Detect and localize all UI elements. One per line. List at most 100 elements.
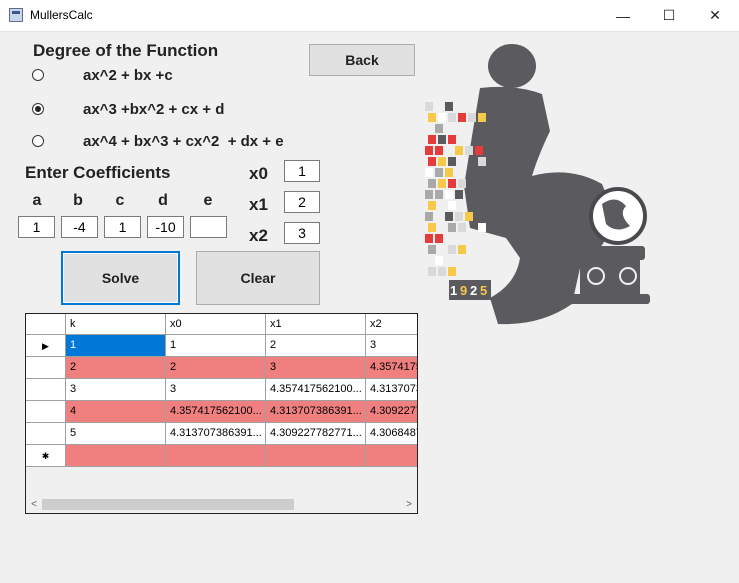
scrollbar-thumb[interactable]: [42, 499, 294, 510]
logo-mosaic-square: [425, 168, 433, 177]
logo-mosaic-square: [458, 179, 466, 188]
logo-mosaic-square: [435, 256, 443, 265]
logo-mosaic-square: [435, 124, 443, 133]
table-cell[interactable]: 3: [366, 335, 417, 357]
degree-4-radio[interactable]: [32, 135, 44, 147]
row-header[interactable]: ✱: [26, 445, 66, 467]
logo-mosaic-square: [478, 223, 486, 232]
logo-mosaic-square: [435, 190, 443, 199]
logo-mosaic-square: [448, 113, 456, 122]
coef-d-input[interactable]: -10: [147, 216, 184, 238]
logo-mosaic-square: [428, 201, 436, 210]
table-cell[interactable]: 3: [66, 379, 166, 401]
table-cell[interactable]: 4.3574175: [366, 357, 417, 379]
logo-mosaic-square: [425, 146, 433, 155]
app-icon: [9, 8, 23, 22]
table-cell[interactable]: [366, 445, 417, 467]
table-cell[interactable]: 4.313707386391...: [166, 423, 266, 445]
logo-mosaic-square: [428, 157, 436, 166]
table-cell[interactable]: 4: [66, 401, 166, 423]
coef-e-label: e: [203, 192, 213, 209]
table-cell[interactable]: 2: [266, 335, 366, 357]
row-header[interactable]: [26, 379, 66, 401]
logo-mosaic-square: [438, 113, 446, 122]
column-header[interactable]: x0: [166, 314, 266, 335]
table-cell[interactable]: 2: [166, 357, 266, 379]
logo-year-digit: 5: [480, 283, 487, 298]
logo-mosaic-square: [438, 179, 446, 188]
logo-mosaic-square: [445, 212, 453, 221]
logo-mosaic-square: [448, 267, 456, 276]
title-bar: MullersCalc — ☐ ✕: [0, 0, 739, 32]
table-cell[interactable]: [66, 445, 166, 467]
table-cell[interactable]: [166, 445, 266, 467]
table-cell[interactable]: 4.309227782771...: [266, 423, 366, 445]
coef-c-input[interactable]: 1: [104, 216, 141, 238]
logo-mosaic-square: [435, 168, 443, 177]
table-cell[interactable]: [266, 445, 366, 467]
degree-2-label[interactable]: ax^2 + bx +c: [83, 67, 173, 84]
table-cell[interactable]: 2: [66, 357, 166, 379]
x0-input[interactable]: 1: [284, 160, 320, 182]
maximize-icon: ☐: [662, 7, 676, 23]
logo-mosaic-square: [465, 146, 473, 155]
table-cell[interactable]: 4.3092277: [366, 401, 417, 423]
row-header[interactable]: [26, 357, 66, 379]
degree-3-radio[interactable]: [32, 103, 44, 115]
grid-empty-area: [26, 467, 417, 496]
scroll-left-icon[interactable]: <: [26, 496, 42, 513]
minimize-button[interactable]: —: [600, 0, 646, 31]
row-header[interactable]: [26, 423, 66, 445]
close-button[interactable]: ✕: [692, 0, 738, 31]
logo-mosaic-square: [458, 245, 466, 254]
logo-year-digit: 2: [470, 283, 477, 298]
solve-button[interactable]: Solve: [61, 251, 180, 305]
row-header[interactable]: ▶: [26, 335, 66, 357]
table-cell[interactable]: 1: [166, 335, 266, 357]
coef-b-input[interactable]: -4: [61, 216, 98, 238]
maximize-button[interactable]: ☐: [646, 0, 692, 31]
coefficients-heading: Enter Coefficients: [25, 163, 171, 182]
logo-mosaic-square: [448, 157, 456, 166]
column-header[interactable]: x1: [266, 314, 366, 335]
logo-mosaic-square: [448, 245, 456, 254]
logo-mosaic-square: [425, 234, 433, 243]
back-button[interactable]: Back: [309, 44, 415, 76]
logo-mosaic-square: [448, 179, 456, 188]
degree-2-radio[interactable]: [32, 69, 44, 81]
table-cell[interactable]: 1: [66, 335, 166, 357]
x2-input[interactable]: 3: [284, 222, 320, 244]
table-cell[interactable]: 3: [266, 357, 366, 379]
logo-mosaic-square: [428, 135, 436, 144]
table-cell[interactable]: 4.357417562100...: [266, 379, 366, 401]
horizontal-scrollbar[interactable]: < >: [26, 496, 417, 513]
logo-mosaic-square: [428, 267, 436, 276]
scroll-right-icon[interactable]: >: [401, 496, 417, 513]
x1-label: x1: [249, 195, 268, 214]
logo-mosaic-square: [445, 168, 453, 177]
window-title: MullersCalc: [30, 8, 93, 22]
x2-label: x2: [249, 226, 268, 245]
logo-year-digit: 9: [460, 283, 467, 298]
row-header[interactable]: [26, 401, 66, 423]
table-cell[interactable]: 4.357417562100...: [166, 401, 266, 423]
logo-mosaic-square: [438, 135, 446, 144]
degree-3-label[interactable]: ax^3 +bx^2 + cx + d: [83, 101, 224, 118]
results-grid[interactable]: k x0 x1 x2 ▶ 1 1 2 3 2 2 3 4.3574175 3 3 4.357417562100…: [25, 313, 418, 514]
coef-e-input[interactable]: [190, 216, 227, 238]
logo-mosaic-square: [428, 113, 436, 122]
degree-4-label[interactable]: ax^4 + bx^3 + cx^2 + dx + e: [83, 133, 284, 150]
table-cell[interactable]: 5: [66, 423, 166, 445]
clear-button[interactable]: Clear: [196, 251, 320, 305]
column-header[interactable]: x2: [366, 314, 417, 335]
table-cell[interactable]: 4.3068487: [366, 423, 417, 445]
table-cell[interactable]: 4.3137073: [366, 379, 417, 401]
logo-mosaic-square: [478, 113, 486, 122]
coef-c-label: c: [115, 192, 125, 209]
table-cell[interactable]: 4.313707386391...: [266, 401, 366, 423]
coef-a-input[interactable]: 1: [18, 216, 55, 238]
column-header[interactable]: k: [66, 314, 166, 335]
table-cell[interactable]: 3: [166, 379, 266, 401]
degree-heading: Degree of the Function: [33, 41, 219, 60]
x1-input[interactable]: 2: [284, 191, 320, 213]
